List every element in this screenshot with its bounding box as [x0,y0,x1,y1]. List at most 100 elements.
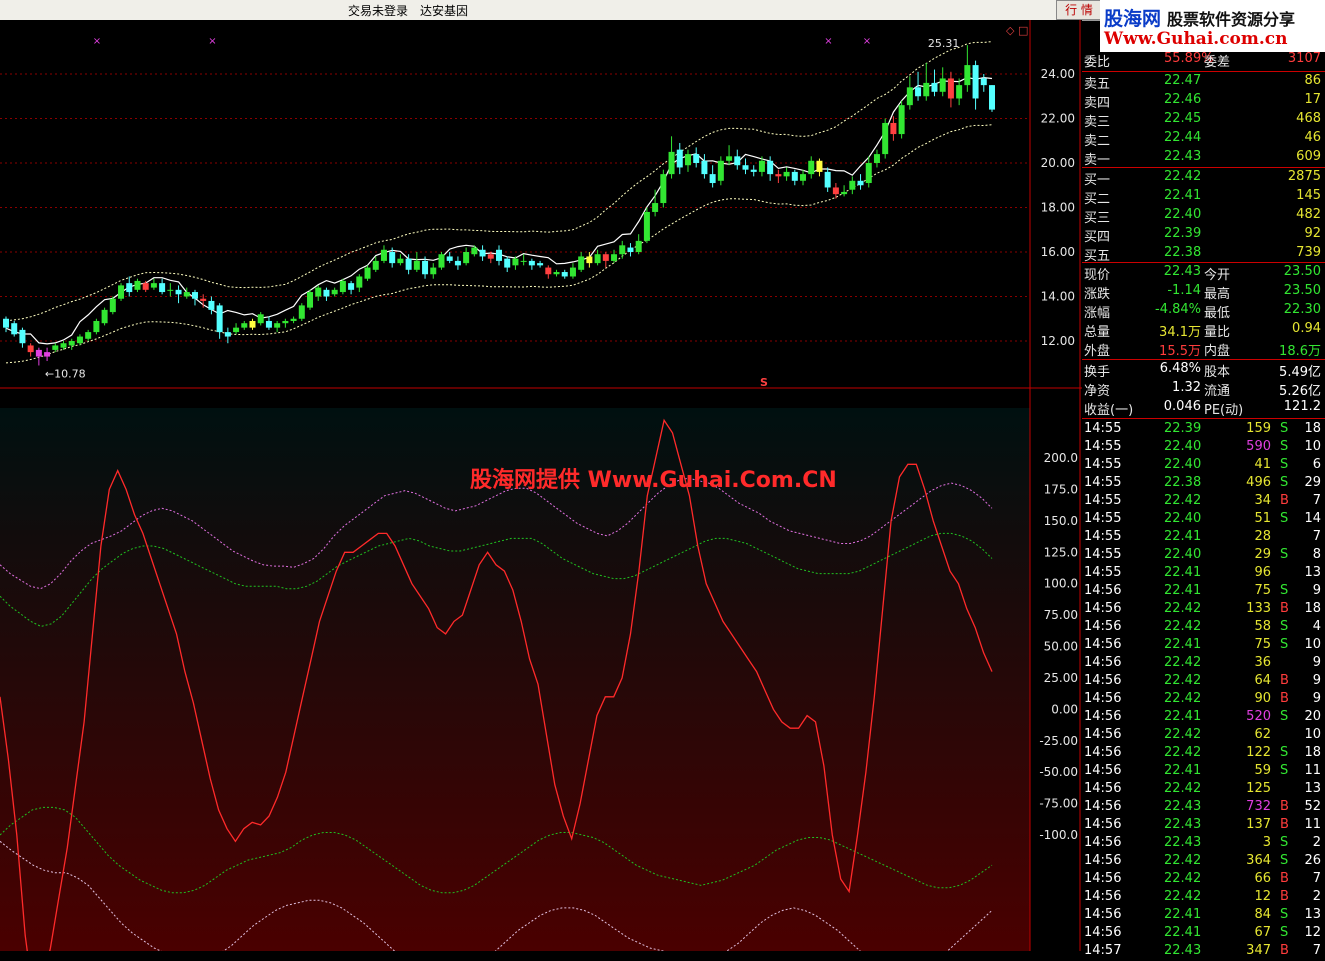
tick-time: 14:56 [1084,781,1122,796]
candle-body [479,249,486,257]
candle-body [68,341,75,346]
candle-body [142,283,149,290]
tick-time: 14:55 [1084,529,1122,544]
candle-body [430,267,437,275]
candle-body [734,156,741,166]
tick-price: 22.42 [1164,853,1202,868]
tick-count: 9 [1312,583,1321,598]
tick-count: 13 [1304,565,1321,580]
tick-direction: S [1280,583,1289,598]
tick-row: 14:56 22.43 137 B 11 [1082,816,1325,835]
stat-value: 22.30 [1283,302,1321,317]
tick-count: 13 [1304,781,1321,796]
tick-price: 22.42 [1164,781,1202,796]
tick-volume: 125 [1246,781,1271,796]
tick-price: 22.42 [1164,673,1202,688]
tick-volume: 28 [1254,529,1271,544]
tick-volume: 364 [1246,853,1271,868]
candle-body [808,160,815,175]
indicator-tick-label: 25.00 [1044,671,1078,685]
indicator-tick-label: 75.00 [1044,608,1078,622]
tick-price: 22.41 [1164,763,1202,778]
tick-volume: 75 [1254,583,1271,598]
watermark: 股海网提供 Www.Guhai.Com.CN [470,468,837,493]
signal-marker: × [208,36,216,47]
candle-body [528,260,535,266]
tick-volume: 66 [1254,871,1271,886]
candle-body [569,267,576,277]
tick-volume: 75 [1254,637,1271,652]
order-ratio-row: 委比 55.89% 委差 3107 [1082,50,1325,70]
candle-body [586,256,593,264]
candle-body [956,85,963,99]
tick-count: 10 [1304,439,1321,454]
logo-slogan: 股票软件资源分享 [1167,10,1296,29]
buy-level-row: 买三 22.40 482 [1082,206,1325,226]
candle-body [454,260,461,266]
fundamental-row: 净资 1.32 流通 5.26亿 [1082,379,1325,399]
sell-level-row: 卖一 22.43 609 [1082,148,1325,168]
tick-count: 6 [1312,457,1321,472]
candle-body [76,336,83,344]
tick-price: 22.40 [1164,457,1202,472]
candle-body [972,65,979,99]
candle-body [890,122,897,135]
indicator-tick-label: -100.0 [1039,828,1078,842]
tick-row: 14:55 22.38 496 S 29 [1082,474,1325,493]
tick-direction: B [1280,889,1289,904]
sell-level-volume: 86 [1304,73,1321,88]
sell-level-price: 22.46 [1164,92,1202,107]
tick-direction: S [1280,835,1289,850]
tick-direction: B [1280,691,1289,706]
quote-menu-button[interactable]: 行 情 [1056,0,1102,20]
window-control-icons[interactable]: ◇ □ [1006,24,1028,37]
candle-body [60,343,67,348]
tick-price: 22.43 [1164,799,1202,814]
candle-body [841,191,848,195]
price-tick-label: 22.00 [1041,112,1075,126]
tick-count: 29 [1304,475,1321,490]
order-diff-value: 3107 [1287,51,1321,66]
tick-row: 14:56 22.42 122 S 18 [1082,744,1325,763]
tick-row: 14:56 22.41 520 S 20 [1082,708,1325,727]
sell-level-label: 卖三 [1084,115,1111,130]
sell-level-price: 22.44 [1164,130,1202,145]
sell-level-row: 卖四 22.46 17 [1082,91,1325,111]
quote-stat-row: 总量 34.1万 量比 0.94 [1082,320,1325,340]
tick-count: 52 [1304,799,1321,814]
buy-level-row: 买二 22.41 145 [1082,187,1325,207]
candle-body [183,292,190,297]
tick-row: 14:56 22.42 62 10 [1082,726,1325,745]
sell-level-price: 22.45 [1164,111,1202,126]
candle-body [816,160,823,172]
tick-price: 22.40 [1164,547,1202,562]
stat-label: 最低 [1204,306,1231,321]
tick-row: 14:55 22.39 159 S 18 [1082,420,1325,439]
tick-price: 22.39 [1164,421,1202,436]
tick-time: 14:55 [1084,439,1122,454]
fundamental-label: 流通 [1204,384,1231,399]
candle-body [241,323,248,328]
tick-time: 14:55 [1084,457,1122,472]
candle-body [578,256,585,270]
tick-volume: 590 [1246,439,1271,454]
candle-body [52,345,59,350]
candle-body [323,289,330,297]
sell-level-label: 卖二 [1084,134,1111,149]
candle-body [35,349,42,357]
price-tick-label: 12.00 [1041,334,1075,348]
buy-level-price: 22.38 [1164,245,1202,260]
tick-price: 22.40 [1164,511,1202,526]
low-price-label: ←10.78 [45,367,86,380]
tick-direction: B [1280,817,1289,832]
tick-direction: B [1280,493,1289,508]
candle-body [167,289,174,291]
tick-time: 14:56 [1084,817,1122,832]
candle-body [857,180,864,186]
tick-price: 22.41 [1164,925,1202,940]
tick-count: 11 [1304,763,1321,778]
candle-body [446,256,453,261]
tick-count: 9 [1312,691,1321,706]
sell-level-row: 卖三 22.45 468 [1082,110,1325,130]
tick-price: 22.42 [1164,745,1202,760]
